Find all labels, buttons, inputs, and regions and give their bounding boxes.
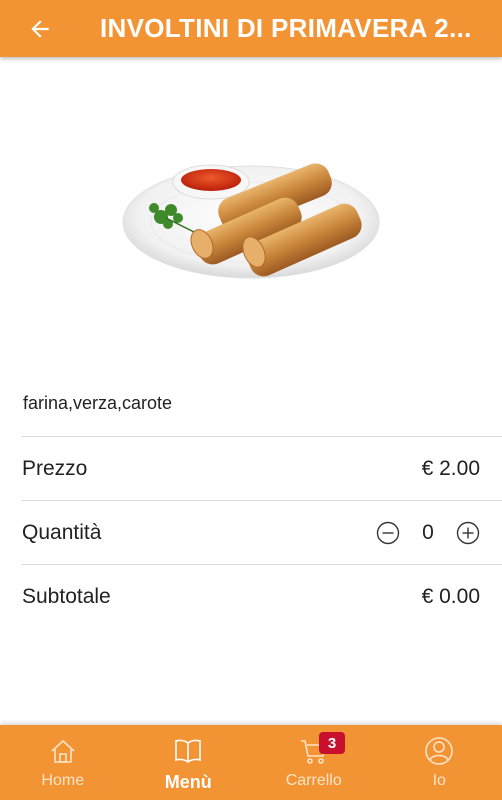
nav-label-menu: Menù — [164, 772, 212, 792]
quantity-label: Quantità — [22, 520, 102, 544]
nav-label-profile: Io — [432, 772, 446, 789]
home-icon — [48, 736, 78, 766]
decrease-quantity-button[interactable] — [376, 521, 400, 545]
arrow-left-icon — [31, 19, 49, 38]
minus-circle-icon — [376, 521, 400, 544]
quantity-value: 0 — [422, 520, 434, 544]
subtotal-label: Subtotale — [22, 584, 111, 608]
top-app-bar: INVOLTINI DI PRIMAVERA 2... — [0, 0, 502, 57]
price-label: Prezzo — [22, 456, 88, 480]
price-row: Prezzo € 2.00 — [22, 436, 502, 500]
price-value: € 2.00 — [421, 456, 480, 480]
increase-quantity-button[interactable] — [456, 521, 480, 545]
product-image — [0, 57, 502, 377]
subtotal-value: € 0.00 — [421, 584, 480, 608]
nav-item-cart[interactable]: 3 Carrello — [251, 725, 377, 800]
bottom-navigation: Home Menù 3 Carrello Io — [0, 725, 502, 800]
spring-rolls-plate-photo — [122, 163, 380, 279]
subtotal-row: Subtotale € 0.00 — [22, 564, 502, 628]
back-button[interactable] — [0, 0, 80, 57]
nav-item-profile[interactable]: Io — [377, 725, 502, 800]
nav-label-cart: Carrello — [285, 772, 342, 789]
quantity-row: Quantità 0 — [22, 500, 502, 564]
user-icon — [424, 736, 454, 766]
product-description: farina,verza,carote — [23, 393, 173, 413]
plus-circle-icon — [456, 521, 480, 544]
book-icon — [173, 736, 203, 766]
nav-label-home: Home — [41, 772, 85, 789]
nav-item-menu[interactable]: Menù — [126, 725, 252, 800]
quantity-stepper: 0 — [376, 521, 480, 545]
cart-count-badge: 3 — [319, 732, 345, 754]
nav-item-home[interactable]: Home — [0, 725, 126, 800]
page-title: INVOLTINI DI PRIMAVERA 2... — [100, 13, 472, 43]
